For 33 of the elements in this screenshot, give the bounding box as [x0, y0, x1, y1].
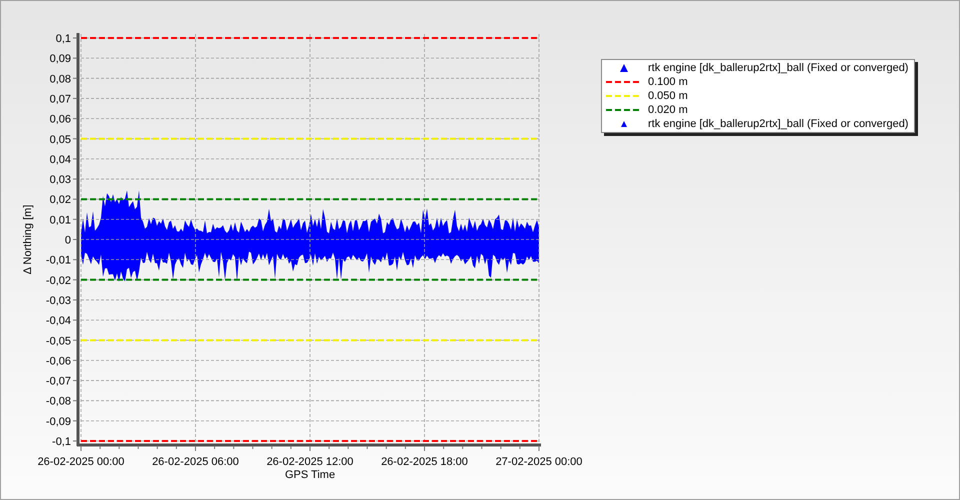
legend-label: 0.050 m: [648, 90, 688, 102]
y-tick-label: -0,08: [46, 396, 71, 408]
y-tick-label: -0,07: [46, 376, 71, 388]
y-tick-label: 0: [64, 234, 71, 246]
y-tick-label: 0,02: [50, 194, 71, 206]
y-tick-label: -0,05: [46, 335, 71, 348]
x-axis-title: GPS Time: [284, 469, 336, 481]
y-tick-label: -0,06: [46, 355, 71, 368]
y-axis-title: Δ Northing [m]: [22, 204, 34, 274]
y-tick-label: -0,09: [46, 416, 71, 428]
y-tick-label: 0,07: [50, 93, 71, 106]
x-tick-label: 26-02-2025 18:00: [381, 456, 468, 468]
y-tick-label: 0,1: [56, 33, 71, 45]
x-tick-label: 27-02-2025 00:00: [496, 456, 582, 468]
y-tick-label: -0,1: [52, 436, 71, 448]
y-tick-label: 0,01: [50, 214, 71, 226]
y-tick-label: -0,01: [46, 254, 71, 267]
legend-label: 0.020 m: [648, 104, 688, 116]
x-tick-label: 26-02-2025 12:00: [266, 456, 354, 468]
y-tick-label: 0,06: [50, 114, 71, 126]
legend-label: rtk engine [dk_ballerup2rtx]_ball (Fixed or converged): [648, 62, 908, 74]
y-tick-label: 0,09: [50, 53, 71, 66]
legend-label: rtk engine [dk_ballerup2rtx]_ball (Fixed or converged): [648, 118, 908, 130]
y-tick-label: 0,08: [50, 73, 71, 86]
y-tick-label: -0,03: [46, 294, 71, 307]
y-tick-label: -0,02: [46, 274, 71, 287]
y-tick-label: -0,04: [46, 315, 71, 328]
x-tick-label: 26-02-2025 06:00: [152, 456, 239, 468]
x-tick-label: 26-02-2025 00:00: [38, 456, 124, 468]
y-tick-label: 0,04: [50, 154, 71, 166]
y-tick-label: 0,03: [50, 174, 71, 186]
y-tick-label: 0,05: [50, 134, 71, 146]
legend-label: 0.100 m: [648, 76, 688, 88]
